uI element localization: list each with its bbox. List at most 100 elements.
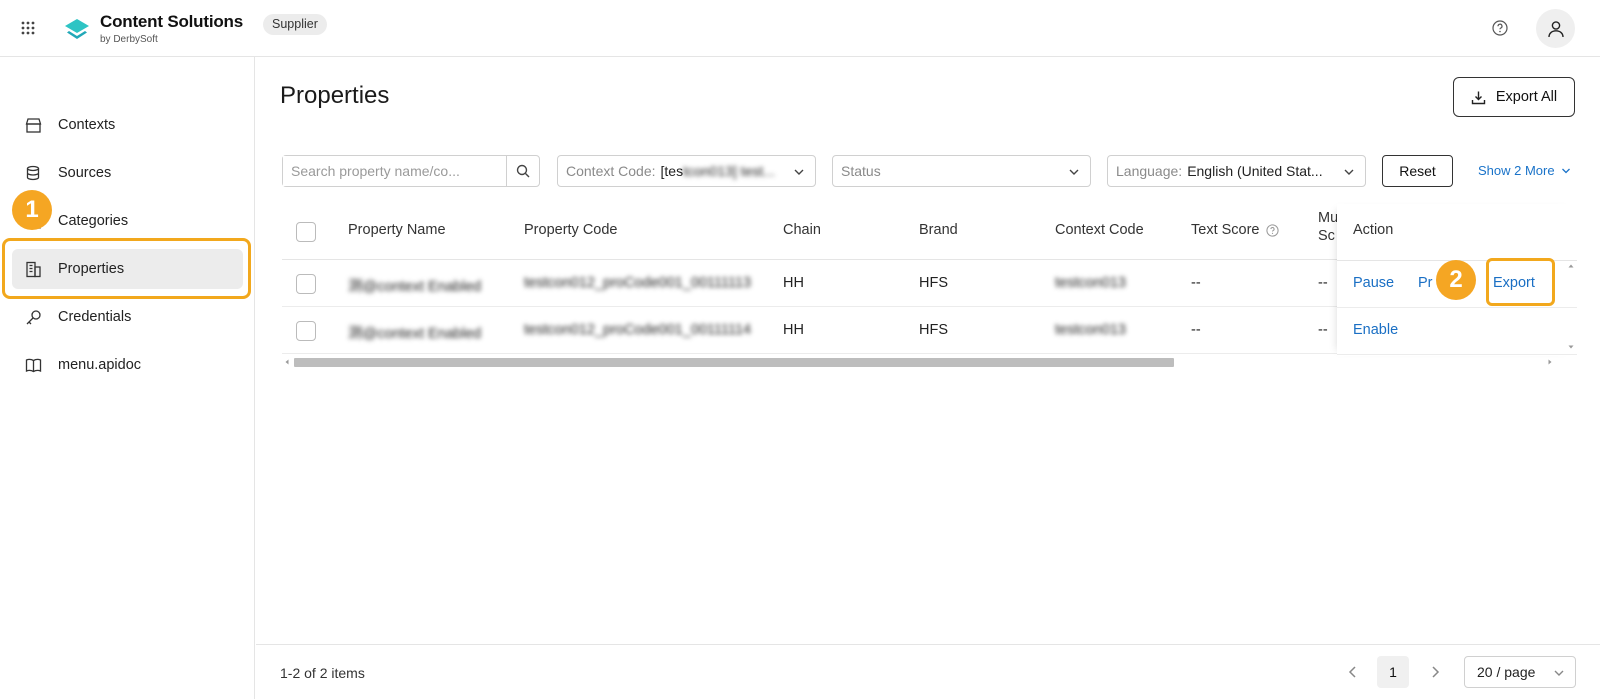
download-icon <box>1471 91 1486 104</box>
pause-link[interactable]: Pause <box>1353 275 1394 291</box>
export-all-label: Export All <box>1495 89 1558 105</box>
page-title: Properties <box>280 82 390 109</box>
column-header-mu-score[interactable]: Mu Sc <box>1318 209 1338 245</box>
book-icon <box>25 358 42 373</box>
context-code-value-redacted: tcon013] test... <box>683 163 775 179</box>
language-select[interactable]: Language: English (United Stat... <box>1107 155 1366 187</box>
column-header-brand[interactable]: Brand <box>919 222 958 238</box>
preview-link[interactable]: Pr <box>1418 275 1433 291</box>
cell-text-score: -- <box>1191 322 1201 338</box>
cell-chain: HH <box>783 322 804 338</box>
export-all-button[interactable]: Export All <box>1453 77 1575 117</box>
sidebar-item-label: Sources <box>58 165 112 181</box>
cell-property-code: testcon012_proCode001_00111114 <box>524 322 752 338</box>
step-badge-1: 1 <box>12 190 52 230</box>
page-number-current[interactable]: 1 <box>1377 656 1409 688</box>
cell-property-name: 测@context Enabled <box>348 279 482 295</box>
export-link[interactable]: Export <box>1493 275 1535 291</box>
column-header-context-code[interactable]: Context Code <box>1055 222 1144 238</box>
cell-context-code: testcon013 <box>1055 322 1126 338</box>
sidebar-item-apidoc[interactable]: menu.apidoc <box>12 345 243 385</box>
row-checkbox[interactable] <box>296 321 316 341</box>
cell-chain: HH <box>783 275 804 291</box>
apps-grid-icon[interactable] <box>20 20 36 36</box>
chevron-down-icon <box>1561 168 1570 173</box>
cell-mu-score: -- <box>1318 322 1328 338</box>
column-header-chain[interactable]: Chain <box>783 222 821 238</box>
chevron-down-icon <box>794 169 804 175</box>
logo-icon <box>65 19 89 39</box>
user-icon <box>1547 20 1564 37</box>
help-icon[interactable] <box>1492 20 1508 36</box>
sidebar-item-label: Credentials <box>58 309 132 325</box>
sidebar-item-credentials[interactable]: Credentials <box>12 297 243 337</box>
cell-text-score: -- <box>1191 275 1201 291</box>
info-icon[interactable] <box>1265 223 1279 237</box>
sidebar-item-label: menu.apidoc <box>58 357 142 373</box>
step-badge-2: 2 <box>1436 260 1476 300</box>
scroll-down-icon[interactable] <box>1568 344 1574 350</box>
app-title: Content Solutions <box>100 12 243 31</box>
pagination-bar: 1-2 of 2 items 1 20 / page <box>256 644 1600 699</box>
sidebar-item-contexts[interactable]: Contexts <box>12 105 243 145</box>
cell-brand: HFS <box>919 322 948 338</box>
store-icon <box>25 118 42 133</box>
search-box <box>282 155 540 187</box>
show-more-label: Show 2 More <box>1478 163 1555 178</box>
divider <box>1337 354 1577 355</box>
database-icon <box>26 165 40 181</box>
sidebar-item-label: Categories <box>58 213 129 229</box>
context-code-label: Context Code: <box>566 163 656 179</box>
search-icon <box>516 164 530 178</box>
search-input[interactable] <box>283 156 506 186</box>
horizontal-scroll-thumb[interactable] <box>294 358 1174 367</box>
language-value: English (United Stat... <box>1187 163 1323 179</box>
sidebar-item-label: Contexts <box>58 117 116 133</box>
language-label: Language: <box>1116 163 1183 179</box>
scroll-right-icon[interactable] <box>1547 359 1553 365</box>
show-more-filters[interactable]: Show 2 More <box>1478 163 1571 178</box>
reset-button[interactable]: Reset <box>1382 155 1453 187</box>
context-code-select[interactable]: Context Code: [tes tcon013] test... <box>557 155 816 187</box>
cell-mu-score: -- <box>1318 275 1328 291</box>
cell-brand: HFS <box>919 275 948 291</box>
sidebar: Contexts Sources Categories Properties C… <box>0 57 255 699</box>
sidebar-item-sources[interactable]: Sources <box>12 153 243 193</box>
sidebar-item-properties[interactable]: Properties <box>12 249 243 289</box>
context-code-value: [tes <box>660 163 684 179</box>
column-header-text-score[interactable]: Text Score <box>1191 222 1279 238</box>
search-button[interactable] <box>506 156 539 186</box>
page-size-value: 20 / page <box>1477 664 1536 680</box>
cell-context-code: testcon013 <box>1055 275 1126 291</box>
horizontal-scrollbar[interactable] <box>282 356 1557 368</box>
cell-property-name: 测@context Enabled <box>348 326 482 342</box>
building-icon <box>26 261 41 278</box>
chevron-down-icon <box>1069 169 1079 175</box>
scroll-up-icon[interactable] <box>1568 263 1574 269</box>
key-icon <box>26 310 41 325</box>
divider <box>1337 307 1577 308</box>
chevron-down-icon <box>1344 169 1354 175</box>
top-bar: Content Solutions by DerbySoft Supplier <box>0 0 1600 57</box>
role-badge: Supplier <box>263 14 327 35</box>
column-header-action: Action <box>1353 222 1394 238</box>
text-score-label: Text Score <box>1191 222 1260 238</box>
scroll-left-icon[interactable] <box>284 359 290 365</box>
status-placeholder: Status <box>841 163 881 179</box>
chevron-right-icon[interactable] <box>1426 663 1444 681</box>
user-avatar[interactable] <box>1536 9 1575 48</box>
sidebar-item-label: Properties <box>58 261 125 277</box>
row-checkbox[interactable] <box>296 274 316 294</box>
enable-link[interactable]: Enable <box>1353 322 1398 338</box>
properties-table: Property Name Property Code Chain Brand … <box>282 204 1577 369</box>
cell-property-code: testcon012_proCode001_00111113 <box>524 275 752 291</box>
chevron-down-icon <box>1554 670 1564 676</box>
column-header-property-code[interactable]: Property Code <box>524 222 618 238</box>
status-select[interactable]: Status <box>832 155 1091 187</box>
app-subtitle: by DerbySoft <box>100 34 158 45</box>
column-header-property-name[interactable]: Property Name <box>348 222 446 238</box>
items-count: 1-2 of 2 items <box>280 665 365 681</box>
select-all-checkbox[interactable] <box>296 222 316 242</box>
page-size-select[interactable]: 20 / page <box>1464 656 1576 688</box>
chevron-left-icon[interactable] <box>1344 663 1362 681</box>
